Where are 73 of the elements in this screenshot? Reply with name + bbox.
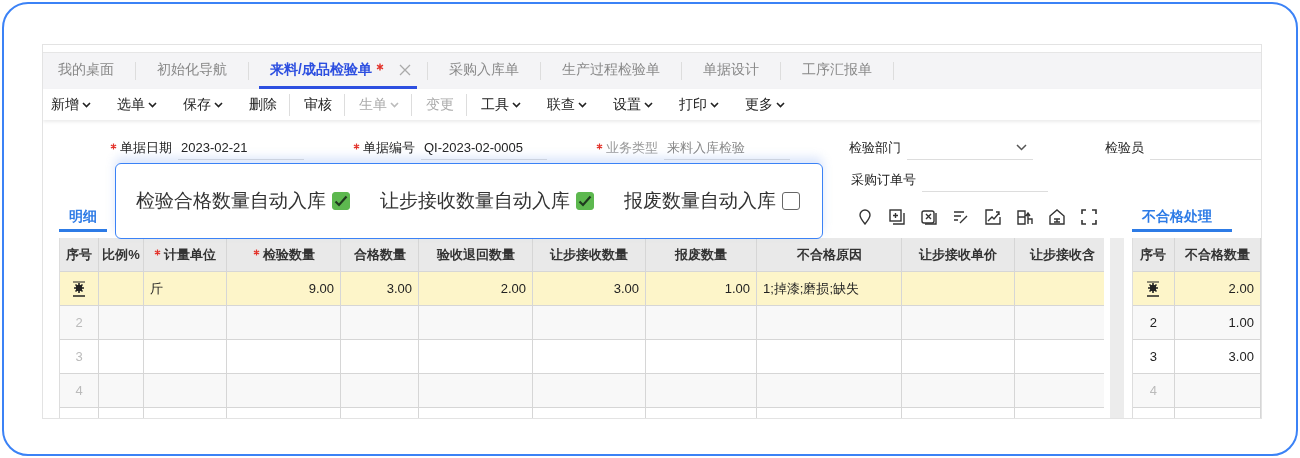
toolbar-button[interactable]: 打印 xyxy=(673,93,725,116)
caret-icon xyxy=(148,101,157,108)
field-label: 检验部门 xyxy=(849,139,901,157)
table-cell: 1;掉漆;磨损;缺失 xyxy=(763,279,860,298)
caret-icon xyxy=(512,101,521,108)
field-label: 单据编号 xyxy=(363,139,415,157)
table-cell: 1.00 xyxy=(724,281,750,296)
field-label: 业务类型 xyxy=(606,139,658,157)
tab-label: 来料/成品检验单 xyxy=(270,60,372,79)
row-settings-icon[interactable] xyxy=(1145,280,1162,297)
tab-label: 初始化导航 xyxy=(157,60,227,79)
caret-icon xyxy=(776,101,785,108)
row-number: 2 xyxy=(1149,315,1157,330)
tab-label: 单据设计 xyxy=(702,60,759,79)
toolbar-button[interactable]: 更多 xyxy=(739,93,791,116)
checkbox-label: 让步接收数量自动入库 xyxy=(380,189,570,213)
tab-label: 采购入库单 xyxy=(448,60,519,79)
fullscreen-icon[interactable] xyxy=(1079,208,1098,226)
caret-icon xyxy=(644,101,653,108)
row-settings-icon[interactable] xyxy=(71,280,87,297)
row-number: 3 xyxy=(1149,349,1157,364)
row-number: 3 xyxy=(75,349,83,364)
caret-icon xyxy=(1016,144,1027,151)
field-label: 单据日期 xyxy=(120,139,172,157)
row-number: 2 xyxy=(75,315,83,330)
table-cell: 斤 xyxy=(150,279,163,298)
tab-label: 生产过程检验单 xyxy=(561,60,660,79)
tab-label: 我的桌面 xyxy=(58,60,114,79)
table-row[interactable]: 2.00 xyxy=(1132,272,1261,306)
checkbox[interactable] xyxy=(576,192,594,210)
tab-label: 工序汇报单 xyxy=(801,60,872,79)
checkbox[interactable] xyxy=(782,192,800,210)
toolbar-button[interactable]: 联查 xyxy=(541,93,593,116)
caret-icon xyxy=(710,101,719,108)
toolbar-button[interactable]: 新增 xyxy=(45,93,97,116)
edit-lines-icon[interactable] xyxy=(951,208,970,226)
delete-icon[interactable] xyxy=(919,208,938,226)
table-cell: 3.00 xyxy=(1228,349,1254,364)
add-icon[interactable] xyxy=(887,208,906,226)
table-cell: 9.00 xyxy=(308,281,334,296)
scrollbar[interactable] xyxy=(1109,238,1124,418)
caret-icon xyxy=(82,101,91,108)
row-number: 4 xyxy=(1149,383,1157,398)
detail-tab[interactable]: 不合格处理 xyxy=(1131,202,1232,232)
split-icon[interactable] xyxy=(1015,208,1034,226)
house-icon[interactable] xyxy=(1047,208,1066,226)
input-field[interactable]: 2023-02-21 xyxy=(178,136,304,160)
table-row[interactable]: 2 1.00 xyxy=(1132,306,1261,340)
table-cell: 2.00 xyxy=(1228,281,1254,296)
detail-tab[interactable]: 明细 xyxy=(59,202,107,232)
table-cell: 2.00 xyxy=(500,281,526,296)
field-label: 采购订单号 xyxy=(851,171,916,189)
toolbar-button[interactable]: 审核 xyxy=(298,93,345,116)
input-field[interactable]: QI-2023-02-0005 xyxy=(421,136,547,160)
table-cell: 3.00 xyxy=(613,281,639,296)
caret-icon xyxy=(578,101,587,108)
toolbar-button[interactable]: 删除 xyxy=(243,93,290,116)
toolbar-button[interactable]: 保存 xyxy=(177,93,229,116)
table-row[interactable]: 斤 9.00 3.00 2.00 3.00 1.00 1;掉漆;磨损;缺失 xyxy=(60,272,1104,306)
caret-icon xyxy=(214,101,223,108)
toolbar-button[interactable]: 设置 xyxy=(607,93,659,116)
toolbar-button[interactable]: 选单 xyxy=(111,93,163,116)
row-number: 4 xyxy=(75,383,83,398)
field-label: 检验员 xyxy=(1105,139,1144,157)
caret-icon xyxy=(390,101,399,108)
document-tab[interactable]: 来料/成品检验单 xyxy=(259,53,417,89)
checkbox-label: 报废数量自动入库 xyxy=(624,189,776,213)
table-cell: 1.00 xyxy=(1228,315,1254,330)
toolbar-button[interactable]: 工具 xyxy=(475,93,527,116)
table-cell: 3.00 xyxy=(386,281,412,296)
checkbox[interactable] xyxy=(332,192,350,210)
checkbox-label: 检验合格数量自动入库 xyxy=(136,189,326,213)
chart-icon[interactable] xyxy=(983,208,1002,226)
